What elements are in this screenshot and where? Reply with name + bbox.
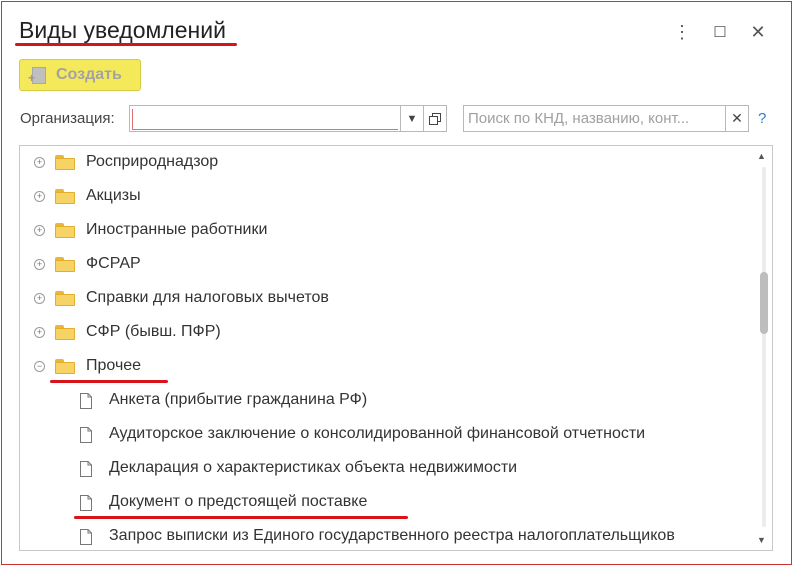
document-icon <box>80 529 92 545</box>
close-icon[interactable]: ✕ <box>739 18 777 46</box>
folder-icon <box>55 257 75 272</box>
expand-icon[interactable]: + <box>34 293 45 304</box>
create-button[interactable]: + Создать <box>19 59 141 91</box>
window-title: Виды уведомлений <box>19 17 226 43</box>
folder-label: Иностранные работники <box>86 221 268 238</box>
folder-label: Прочее <box>86 357 142 374</box>
organization-label: Организация: <box>20 110 115 127</box>
clear-search-icon[interactable]: ✕ <box>725 105 749 132</box>
expand-icon[interactable]: + <box>34 327 45 338</box>
folder-label: Росприроднадзор <box>86 153 219 170</box>
folder-label: Справки для налоговых вычетов <box>86 289 329 306</box>
document-label: Документ о предстоящей поставке <box>109 493 368 510</box>
title-underline-annotation <box>15 43 237 46</box>
folder-label: ФСРАР <box>86 255 141 272</box>
more-options-icon[interactable]: ⋮ <box>663 18 701 46</box>
scroll-down-icon[interactable]: ▼ <box>757 535 766 545</box>
other-folder-underline-annotation <box>50 380 168 383</box>
document-icon <box>80 427 92 443</box>
folder-icon <box>55 291 75 306</box>
folder-icon <box>55 359 75 374</box>
folder-label: Акцизы <box>86 187 141 204</box>
organization-open-icon[interactable] <box>423 105 447 132</box>
document-icon <box>80 393 92 409</box>
help-icon[interactable]: ? <box>758 110 766 127</box>
create-button-label: Создать <box>56 66 122 83</box>
document-label: Запрос выписки из Единого государственно… <box>109 527 675 544</box>
expand-icon[interactable]: + <box>34 191 45 202</box>
notification-tree[interactable]: + Росприроднадзор + Акцизы + Иностранные… <box>19 145 773 551</box>
search-input[interactable]: Поиск по КНД, названию, конт... <box>463 105 726 132</box>
document-label: Декларация о характеристиках объекта нед… <box>109 459 518 476</box>
create-document-icon: + <box>28 66 48 84</box>
expand-icon[interactable]: + <box>34 157 45 168</box>
collapse-icon[interactable]: − <box>34 361 45 372</box>
document-label: Анкета (прибытие гражданина РФ) <box>109 391 368 408</box>
scroll-thumb[interactable] <box>760 272 768 334</box>
notification-types-window: Виды уведомлений ⋮ ☐ ✕ + Создать Организ… <box>1 1 792 565</box>
organization-input[interactable] <box>129 105 401 132</box>
folder-label: СФР (бывш. ПФР) <box>86 323 221 340</box>
expand-icon[interactable]: + <box>34 225 45 236</box>
window-controls: ⋮ ☐ ✕ <box>663 18 777 46</box>
folder-icon <box>55 325 75 340</box>
expand-icon[interactable]: + <box>34 259 45 270</box>
folder-icon <box>55 189 75 204</box>
folder-icon <box>55 223 75 238</box>
document-icon <box>80 461 92 477</box>
document-underline-annotation <box>74 516 408 519</box>
scroll-up-icon[interactable]: ▲ <box>757 151 766 161</box>
scroll-track[interactable] <box>762 167 766 527</box>
organization-dropdown-icon[interactable]: ▼ <box>400 105 424 132</box>
maximize-icon[interactable]: ☐ <box>701 18 739 46</box>
folder-icon <box>55 155 75 170</box>
tree-scrollbar[interactable]: ▲ ▼ <box>755 147 771 549</box>
document-label: Аудиторское заключение о консолидированн… <box>109 425 646 442</box>
document-icon <box>80 495 92 511</box>
